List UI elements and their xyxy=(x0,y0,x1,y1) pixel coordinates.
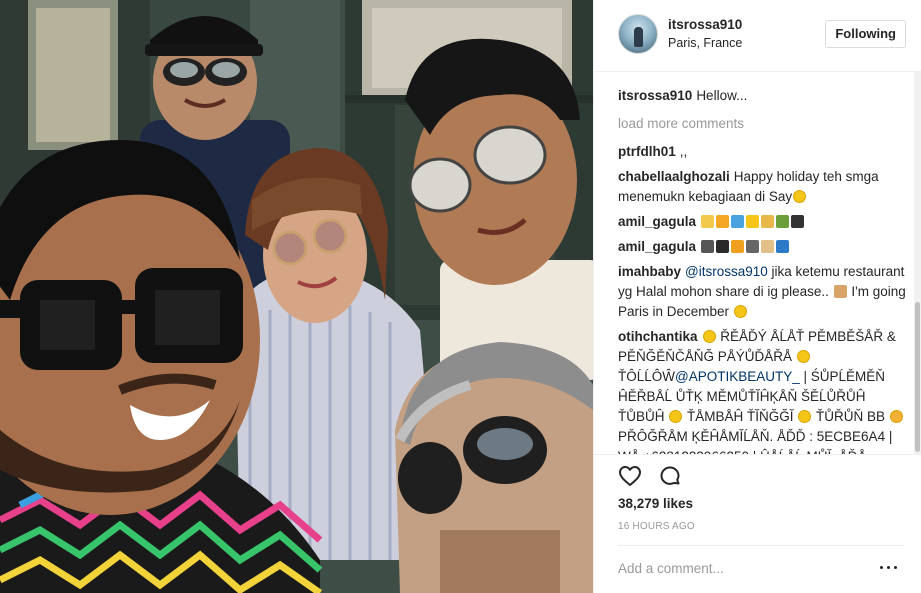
wink-emoji-icon xyxy=(889,410,903,423)
list-item: chabellaalghozali Happy holiday teh smga … xyxy=(618,167,910,207)
post-photo[interactable] xyxy=(0,0,593,593)
comment-username[interactable]: amil_gagula xyxy=(618,214,696,229)
comment-text: ŤŮŘŮŇ BB xyxy=(812,409,889,424)
smile-emoji-icon xyxy=(702,330,716,343)
comment-text: ŤÅMBÅĤ ŤĬŇĞĞĬ xyxy=(683,409,798,424)
emoji-row-icon xyxy=(700,214,805,229)
comment-username[interactable]: imahbaby xyxy=(618,264,681,279)
heart-eyes-emoji-icon xyxy=(669,410,683,423)
caption: itsrossa910 Hellow... xyxy=(618,86,910,106)
post-header: itsrossa910 Paris, France Following xyxy=(594,0,921,72)
comment-bubble-icon[interactable] xyxy=(658,464,682,488)
post-location[interactable]: Paris, France xyxy=(668,36,742,50)
add-comment-section xyxy=(618,545,904,589)
post-username[interactable]: itsrossa910 xyxy=(668,17,742,32)
more-options-icon[interactable] xyxy=(880,560,898,574)
load-more-comments-link[interactable]: load more comments xyxy=(618,114,910,134)
person-emoji-icon xyxy=(833,285,847,298)
comment-username[interactable]: itsrossa910 xyxy=(618,88,692,103)
comments-scrollbar[interactable] xyxy=(914,72,921,454)
selfie-image xyxy=(0,0,593,593)
post-actions: 38,279 likes 16 HOURS AGO xyxy=(594,454,921,592)
comment-text: ŤÔĹĹÔŴ xyxy=(618,369,676,384)
list-item: otihchantika ŘĚÅĎÝ ÅĹÅŤ PĚMBĚŠÅŘ & PĚŇĞĚ… xyxy=(618,327,910,454)
grimace-emoji-icon xyxy=(733,305,747,318)
comment-text: Hellow... xyxy=(696,88,748,103)
comment-username[interactable]: chabellaalghozali xyxy=(618,169,730,184)
heart-eyes-emoji-icon xyxy=(793,190,807,203)
comment-username[interactable]: amil_gagula xyxy=(618,239,696,254)
post-timestamp: 16 HOURS AGO xyxy=(618,521,695,532)
post-sidebar: itsrossa910 Paris, France Following itsr… xyxy=(593,0,921,593)
comments-list[interactable]: itsrossa910 Hellow... load more comments … xyxy=(594,72,921,454)
comment-text: ,, xyxy=(679,144,688,159)
list-item: ptrfdlh01,, xyxy=(618,142,910,162)
list-item: imahbaby @itsrossa910 jika ketemu restaur… xyxy=(618,262,910,322)
avatar[interactable] xyxy=(618,14,658,54)
likes-count[interactable]: 38,279 likes xyxy=(618,496,693,511)
add-comment-input[interactable] xyxy=(618,556,868,580)
comment-mention[interactable]: @APOTIKBEAUTY_ xyxy=(675,369,800,384)
emoji-row-icon xyxy=(700,239,790,254)
neutral-emoji-icon xyxy=(798,410,812,423)
comment-text: PŘÔĞŘÅM ĶĚĤÅMĬĹÅŇ. ÅĎĎ : 5ECBE6A4 | WÅ +… xyxy=(618,429,893,454)
list-item: amil_gagula xyxy=(618,237,910,257)
comment-username[interactable]: otihchantika xyxy=(618,329,698,344)
following-button[interactable]: Following xyxy=(825,20,906,48)
heart-icon[interactable] xyxy=(618,464,642,488)
scrollbar-thumb[interactable] xyxy=(915,302,920,452)
comment-mention[interactable]: @itsrossa910 xyxy=(685,264,768,279)
list-item: amil_gagula xyxy=(618,212,910,232)
smile-emoji-icon xyxy=(796,350,810,363)
comment-username[interactable]: ptrfdlh01 xyxy=(618,144,676,159)
